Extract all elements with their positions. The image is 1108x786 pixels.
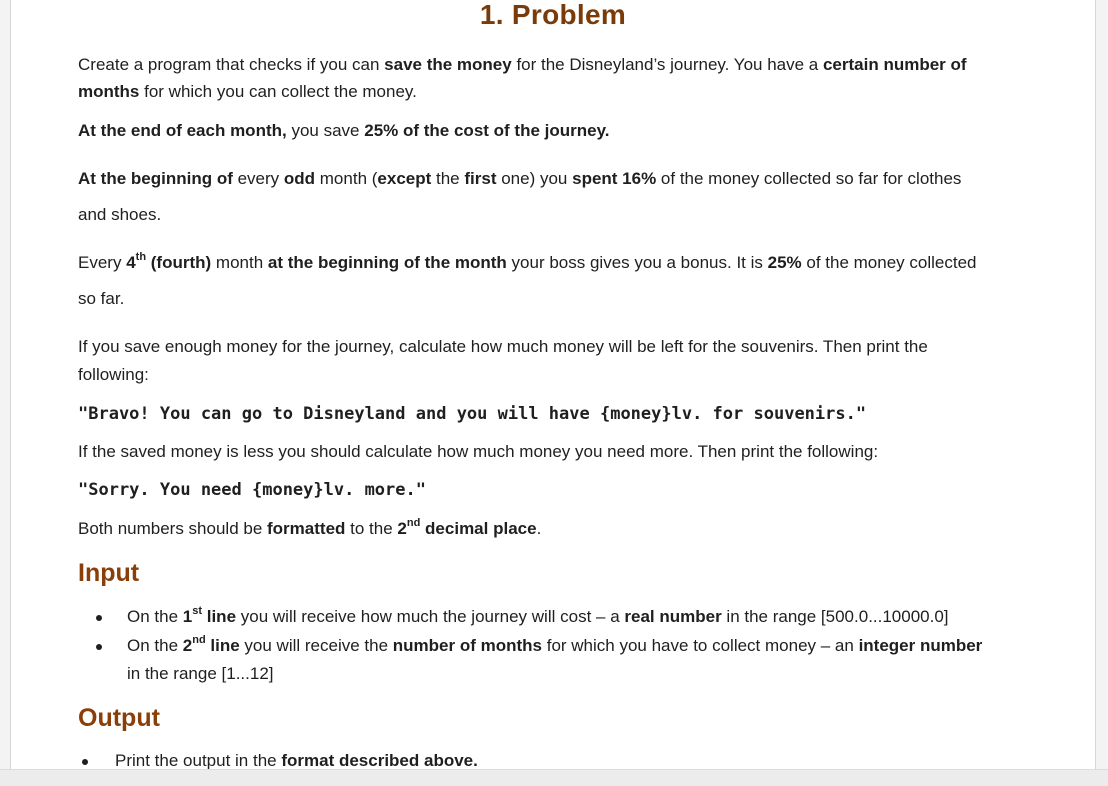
document-page: 1. Problem Create a program that checks … — [10, 0, 1096, 769]
bonus-text: your boss gives you a bonus. It is — [506, 253, 768, 272]
input-text: On the — [127, 607, 183, 626]
format-bold: 2nd decimal place — [397, 517, 537, 538]
input-bullet-2: On the 2nd line you will receive the num… — [127, 634, 983, 656]
page-title: 1. Problem — [479, 0, 627, 30]
intro-line-1: Create a program that checks if you can … — [78, 55, 967, 75]
bullet-icon — [96, 644, 102, 650]
spend-text: month ( — [315, 169, 378, 188]
input-bold: 2nd line — [182, 634, 240, 655]
save-text: you save — [286, 121, 365, 140]
input-text: for which you have to collect money – an — [542, 636, 859, 655]
bravo-output-format: "Bravo! You can go to Disneyland and you… — [78, 404, 867, 424]
save-bold: At the end of each month, — [78, 121, 287, 140]
bonus-bold: 4th (fourth) — [126, 251, 212, 272]
format-text: to the — [345, 519, 398, 538]
input-heading: Input — [78, 559, 140, 587]
input-number: 2 — [182, 636, 193, 655]
sorry-output-format: "Sorry. You need {money}lv. more." — [78, 480, 426, 500]
intro-text: Create a program that checks if you can — [78, 55, 385, 74]
input-bold: number of months — [392, 636, 542, 655]
spend-bold: spent 16% — [572, 169, 657, 188]
bonus-bold: 25% — [767, 253, 802, 272]
input-text: in the range [500.0...10000.0] — [721, 607, 949, 626]
input-bold: real number — [624, 607, 722, 626]
format-bold: formatted — [267, 519, 346, 538]
format-paragraph: Both numbers should be formatted to the … — [78, 517, 542, 539]
bonus-text: month — [211, 253, 268, 272]
format-text: Both numbers should be — [78, 519, 268, 538]
intro-text: for the Disneyland’s journey. You have a — [511, 55, 823, 74]
format-text: . — [536, 519, 542, 538]
intro-bold: months — [78, 82, 140, 101]
output-bold: format described above. — [281, 751, 478, 769]
input-bold: 1st line — [182, 605, 237, 626]
intro-line-2: months for which you can collect the mon… — [78, 82, 417, 102]
spend-line-2: and shoes. — [78, 205, 162, 224]
spend-line-1: At the beginning of every odd month (exc… — [78, 169, 961, 189]
save-paragraph: At the end of each month, you save 25% o… — [78, 121, 610, 141]
spend-text: one) you — [496, 169, 573, 188]
input-text: you will receive how much the journey wi… — [236, 607, 625, 626]
input-number: 1 — [182, 607, 193, 626]
intro-bold: save the money — [384, 55, 512, 74]
window-bottom-bar — [0, 769, 1108, 786]
spend-bold: At the beginning of — [78, 169, 233, 188]
input-superscript: st — [192, 605, 203, 618]
enough-line-1: If you save enough money for the journey… — [78, 337, 928, 356]
spend-bold: first — [464, 169, 497, 188]
less-paragraph: If the saved money is less you should ca… — [78, 442, 879, 461]
format-number: 2 — [397, 519, 407, 538]
input-bold: integer number — [858, 636, 983, 655]
format-superscript: nd — [406, 517, 421, 530]
bullet-icon — [82, 759, 88, 765]
intro-text: for which you can collect the money. — [139, 82, 417, 101]
spend-text: every — [232, 169, 284, 188]
bonus-superscript: th — [135, 251, 147, 264]
input-text: you will receive the — [239, 636, 393, 655]
input-superscript: nd — [192, 634, 206, 647]
enough-line-2: following: — [78, 365, 149, 384]
bonus-line-1: Every 4th (fourth) month at the beginnin… — [78, 251, 977, 273]
input-bullet-1: On the 1st line you will receive how muc… — [127, 605, 949, 627]
bonus-text: Every — [78, 253, 127, 272]
input-text: On the — [127, 636, 183, 655]
output-heading: Output — [78, 704, 160, 732]
spend-bold: odd — [283, 169, 316, 188]
input-bold-word: line — [205, 636, 240, 655]
spend-text: of the money collected so far for clothe… — [656, 169, 962, 188]
bonus-line-2: so far. — [78, 289, 125, 308]
output-bullet-1: Print the output in the format described… — [115, 751, 478, 769]
bonus-bold-word: (fourth) — [146, 253, 212, 272]
spend-text: the — [431, 169, 465, 188]
format-bold-word: decimal place — [420, 519, 537, 538]
bonus-number: 4 — [126, 253, 136, 272]
output-text: Print the output in the — [115, 751, 282, 769]
bullet-icon — [96, 615, 102, 621]
bonus-text: of the money collected — [801, 253, 977, 272]
bonus-bold: at the beginning of the month — [267, 253, 507, 272]
save-bold: 25% of the cost of the journey. — [364, 121, 610, 140]
input-bold-word: line — [202, 607, 237, 626]
input-bullet-2-line-2: in the range [1...12] — [127, 664, 274, 683]
spend-bold: except — [377, 169, 432, 188]
intro-bold: certain number of — [822, 55, 967, 74]
